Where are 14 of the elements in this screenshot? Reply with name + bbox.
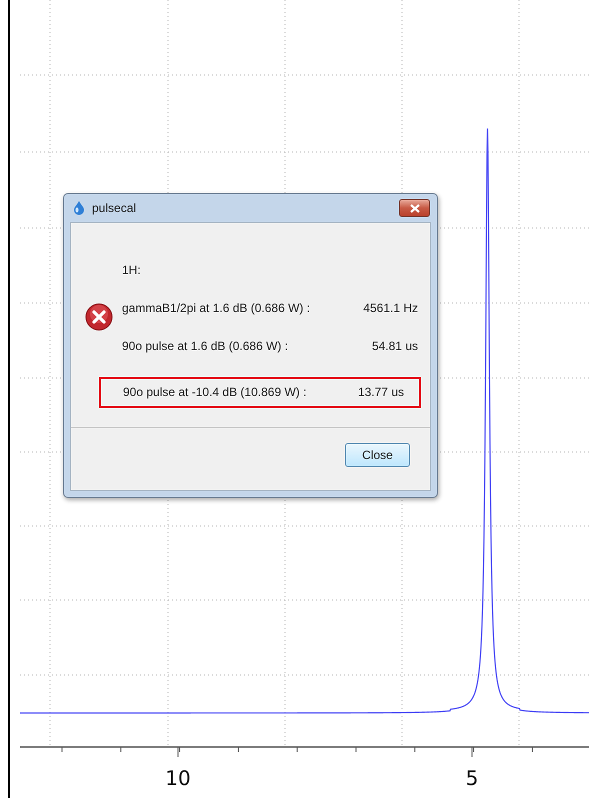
app-icon xyxy=(72,200,86,216)
result-label: 90o pulse at -10.4 dB (10.869 W) : xyxy=(123,385,306,399)
window-title: pulsecal xyxy=(92,201,138,215)
axis-label: 5 xyxy=(466,766,478,790)
result-value: 54.81 us xyxy=(372,338,418,352)
axis-label: 10 xyxy=(165,766,191,790)
error-icon xyxy=(85,303,113,331)
result-value: 13.77 us xyxy=(358,385,404,399)
result-value: 4561.1 Hz xyxy=(363,300,418,314)
result-label: 90o pulse at 1.6 dB (0.686 W) : xyxy=(122,338,288,352)
nucleus-label: 1H: xyxy=(122,262,141,276)
result-label: gammaB1/2pi at 1.6 dB (0.686 W) : xyxy=(122,300,310,314)
close-icon[interactable] xyxy=(399,199,430,217)
close-button[interactable]: Close xyxy=(345,443,410,467)
